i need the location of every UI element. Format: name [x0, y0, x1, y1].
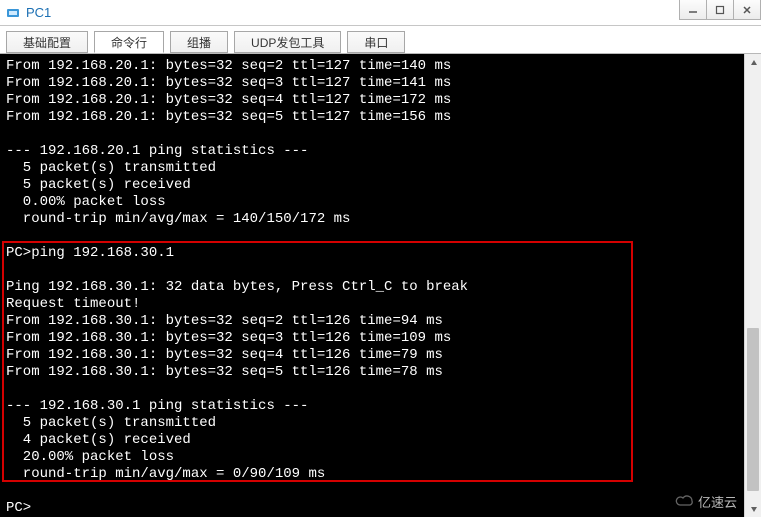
window-controls [680, 0, 761, 20]
tab-strip: 基础配置 命令行 组播 UDP发包工具 串口 [0, 26, 761, 54]
terminal-container: From 192.168.20.1: bytes=32 seq=2 ttl=12… [0, 54, 761, 517]
tab-serial[interactable]: 串口 [347, 31, 405, 53]
scrollbar-track[interactable] [745, 71, 761, 500]
terminal-output[interactable]: From 192.168.20.1: bytes=32 seq=2 ttl=12… [0, 54, 743, 517]
vertical-scrollbar[interactable] [744, 54, 761, 517]
app-icon [6, 6, 20, 20]
maximize-button[interactable] [706, 0, 734, 20]
tab-basic-config[interactable]: 基础配置 [6, 31, 88, 53]
window-title: PC1 [26, 5, 51, 20]
close-button[interactable] [733, 0, 761, 20]
window-titlebar: PC1 [0, 0, 761, 26]
minimize-button[interactable] [679, 0, 707, 20]
scrollbar-thumb[interactable] [747, 328, 759, 491]
tab-command-line[interactable]: 命令行 [94, 31, 164, 53]
scroll-down-button[interactable] [745, 500, 761, 517]
tab-udp-tool[interactable]: UDP发包工具 [234, 31, 341, 53]
tab-multicast[interactable]: 组播 [170, 31, 228, 53]
scroll-up-button[interactable] [745, 54, 761, 71]
